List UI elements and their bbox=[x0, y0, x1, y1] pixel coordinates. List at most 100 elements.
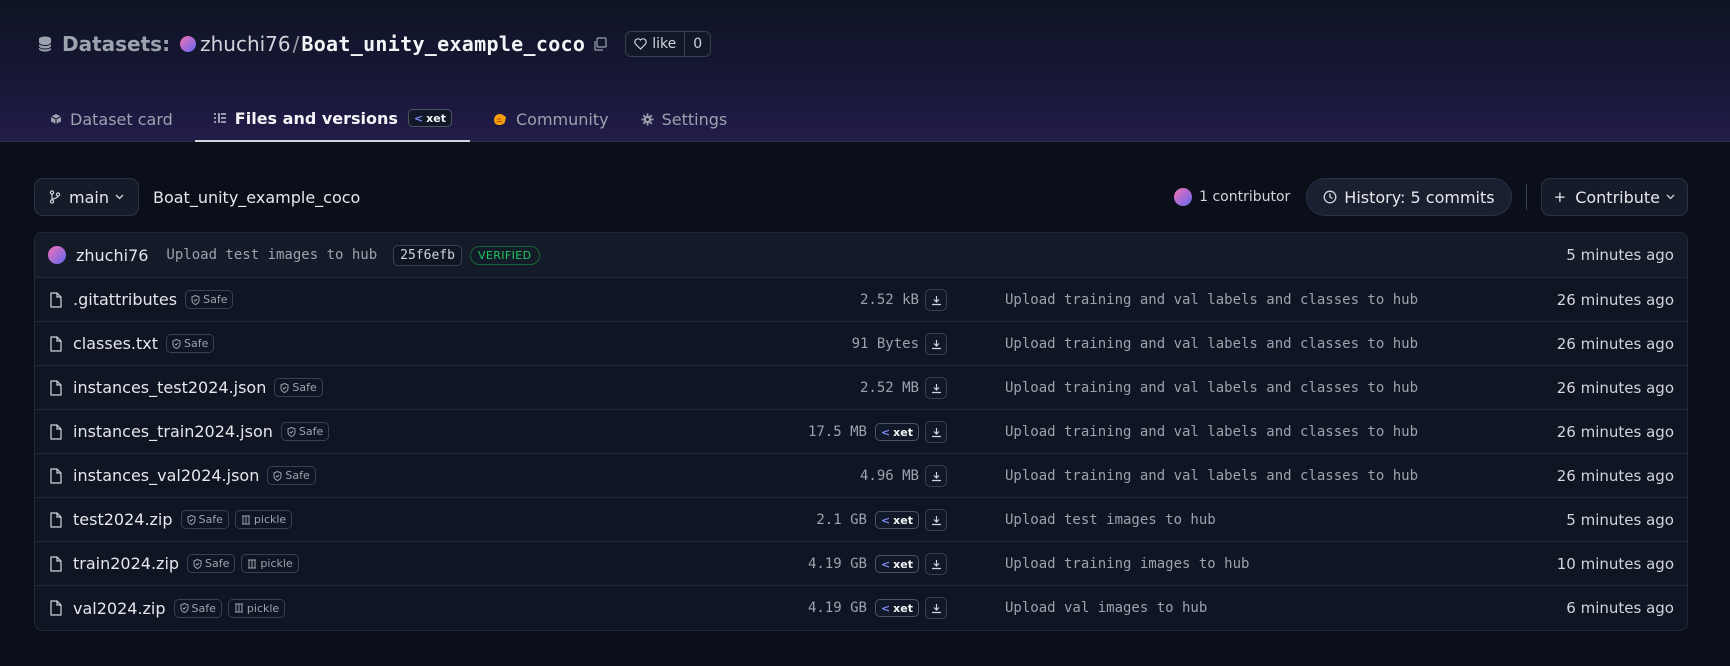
download-button[interactable] bbox=[925, 465, 947, 487]
safe-badge[interactable]: Safe bbox=[166, 334, 215, 353]
tab-files-and-versions[interactable]: Files and versions < xet bbox=[194, 96, 470, 142]
chevron-down-icon bbox=[1666, 194, 1675, 200]
file-row[interactable]: .gitattributes Safe 2.52 kB Upload train… bbox=[35, 278, 1687, 322]
file-commit-message[interactable]: Upload training images to hub bbox=[1005, 542, 1249, 586]
xet-label: xet bbox=[426, 111, 446, 125]
current-path[interactable]: Boat_unity_example_coco bbox=[153, 188, 360, 207]
contributors-link[interactable]: 1 contributor bbox=[1174, 188, 1290, 206]
author-avatar[interactable] bbox=[48, 246, 66, 264]
file-name[interactable]: instances_train2024.json bbox=[73, 422, 273, 441]
branch-selector[interactable]: main bbox=[34, 178, 139, 216]
xet-label: xet bbox=[893, 557, 913, 571]
file-row[interactable]: test2024.zip Safe pickle 2.1 GB < xet Up… bbox=[35, 498, 1687, 542]
last-commit-row: zhuchi76 Upload test images to hub 25f6e… bbox=[35, 233, 1687, 278]
like-count[interactable]: 0 bbox=[684, 32, 710, 56]
file-commit-message[interactable]: Upload test images to hub bbox=[1005, 498, 1216, 542]
file-size-area: 4.19 GB < xet bbox=[808, 542, 919, 586]
file-commit-time: 26 minutes ago bbox=[1556, 467, 1674, 485]
commit-message[interactable]: Upload test images to hub bbox=[166, 247, 377, 263]
tab-community[interactable]: Community bbox=[482, 96, 619, 142]
xet-badge: < xet bbox=[874, 599, 919, 617]
cube-icon bbox=[50, 114, 62, 124]
file-size: 4.19 GB bbox=[807, 556, 867, 572]
pickle-label: pickle bbox=[253, 513, 287, 526]
like-label-area[interactable]: like bbox=[626, 32, 684, 56]
repo-header: Datasets: zhuchi76 / Boat_unity_example_… bbox=[0, 0, 1730, 142]
history-button[interactable]: History: 5 commits bbox=[1306, 178, 1512, 216]
download-button[interactable] bbox=[925, 597, 947, 619]
file-name[interactable]: instances_val2024.json bbox=[73, 466, 259, 485]
safe-label: Safe bbox=[298, 425, 324, 438]
pickle-badge[interactable]: pickle bbox=[227, 598, 286, 618]
file-row[interactable]: instances_test2024.json Safe 2.52 MB Upl… bbox=[35, 366, 1687, 410]
file-size-area: 2.52 MB bbox=[860, 366, 919, 410]
xet-icon: < bbox=[880, 513, 891, 527]
owner-link[interactable]: zhuchi76 bbox=[200, 32, 291, 56]
file-commit-message[interactable]: Upload training and val labels and class… bbox=[1005, 410, 1418, 454]
safe-badge[interactable]: Safe bbox=[180, 510, 229, 529]
file-row[interactable]: instances_train2024.json Safe 17.5 MB < x… bbox=[35, 410, 1687, 454]
pickle-label: pickle bbox=[260, 557, 293, 570]
owner-avatar[interactable] bbox=[180, 36, 197, 52]
file-row[interactable]: val2024.zip Safe pickle 4.19 GB < xet Up… bbox=[35, 586, 1687, 630]
file-icon bbox=[50, 291, 62, 308]
pickle-badge[interactable]: pickle bbox=[241, 554, 299, 573]
tab-dataset-card[interactable]: Dataset card bbox=[40, 96, 183, 142]
file-commit-message[interactable]: Upload training and val labels and class… bbox=[1005, 322, 1418, 366]
branch-icon bbox=[49, 190, 61, 204]
xet-icon: < bbox=[413, 111, 424, 125]
like-button[interactable]: like 0 bbox=[625, 31, 712, 57]
safe-badge[interactable]: Safe bbox=[280, 422, 330, 441]
download-button[interactable] bbox=[925, 421, 947, 443]
safe-badge[interactable]: Safe bbox=[267, 466, 316, 485]
safe-badge[interactable]: Safe bbox=[185, 290, 234, 309]
safe-badge[interactable]: Safe bbox=[173, 598, 222, 618]
file-commit-message[interactable]: Upload training and val labels and class… bbox=[1005, 366, 1418, 410]
tab-label: Settings bbox=[661, 109, 728, 129]
file-commit-message[interactable]: Upload training and val labels and class… bbox=[1005, 454, 1418, 498]
file-name[interactable]: classes.txt bbox=[73, 334, 158, 353]
file-icon bbox=[50, 335, 62, 352]
download-button[interactable] bbox=[925, 333, 947, 355]
safe-label: Safe bbox=[205, 557, 230, 570]
file-row[interactable]: instances_val2024.json Safe 4.96 MB Uplo… bbox=[35, 454, 1687, 498]
download-button[interactable] bbox=[925, 289, 947, 311]
xet-badge: < xet bbox=[874, 555, 919, 573]
xet-label: xet bbox=[893, 513, 913, 527]
pickle-icon bbox=[234, 603, 243, 613]
file-row[interactable]: train2024.zip Safe pickle 4.19 GB <xet bbox=[35, 542, 1687, 586]
safe-badge[interactable]: Safe bbox=[274, 378, 323, 397]
files-icon bbox=[213, 113, 226, 123]
community-icon bbox=[493, 114, 506, 125]
copy-icon[interactable] bbox=[593, 37, 607, 51]
file-row[interactable]: classes.txt Safe 91 Bytes Upload trainin… bbox=[35, 322, 1687, 366]
path-separator: / bbox=[292, 32, 300, 56]
repo-name-link[interactable]: Boat_unity_example_coco bbox=[301, 32, 585, 56]
file-name[interactable]: test2024.zip bbox=[73, 510, 173, 529]
download-icon bbox=[931, 427, 941, 437]
safe-badge[interactable]: Safe bbox=[187, 554, 236, 573]
file-commit-message[interactable]: Upload training and val labels and class… bbox=[1005, 278, 1418, 322]
download-button[interactable] bbox=[925, 509, 947, 531]
plus-icon: + bbox=[1553, 188, 1567, 206]
download-button[interactable] bbox=[925, 553, 947, 575]
file-icon bbox=[50, 600, 62, 616]
verified-badge: VERIFIED bbox=[469, 245, 540, 265]
file-size: 17.5 MB bbox=[807, 424, 867, 440]
file-commit-message[interactable]: Upload val images to hub bbox=[1005, 586, 1207, 630]
file-name[interactable]: instances_test2024.json bbox=[73, 378, 266, 397]
contributors-count: 1 contributor bbox=[1199, 189, 1291, 205]
history-clock-icon bbox=[1323, 190, 1337, 204]
pickle-badge[interactable]: pickle bbox=[234, 510, 293, 529]
download-button[interactable] bbox=[925, 377, 947, 399]
commit-author[interactable]: zhuchi76 bbox=[76, 246, 148, 265]
file-commit-time: 5 minutes ago bbox=[1566, 511, 1674, 529]
file-name[interactable]: val2024.zip bbox=[73, 599, 166, 618]
tab-settings[interactable]: Settings bbox=[631, 96, 738, 142]
file-name[interactable]: .gitattributes bbox=[73, 290, 177, 309]
commit-sha[interactable]: 25f6efb bbox=[393, 244, 462, 266]
file-name[interactable]: train2024.zip bbox=[73, 554, 179, 573]
file-commit-time: 26 minutes ago bbox=[1556, 379, 1674, 397]
file-size: 4.19 GB bbox=[807, 600, 867, 616]
contribute-button[interactable]: + Contribute bbox=[1540, 178, 1688, 216]
